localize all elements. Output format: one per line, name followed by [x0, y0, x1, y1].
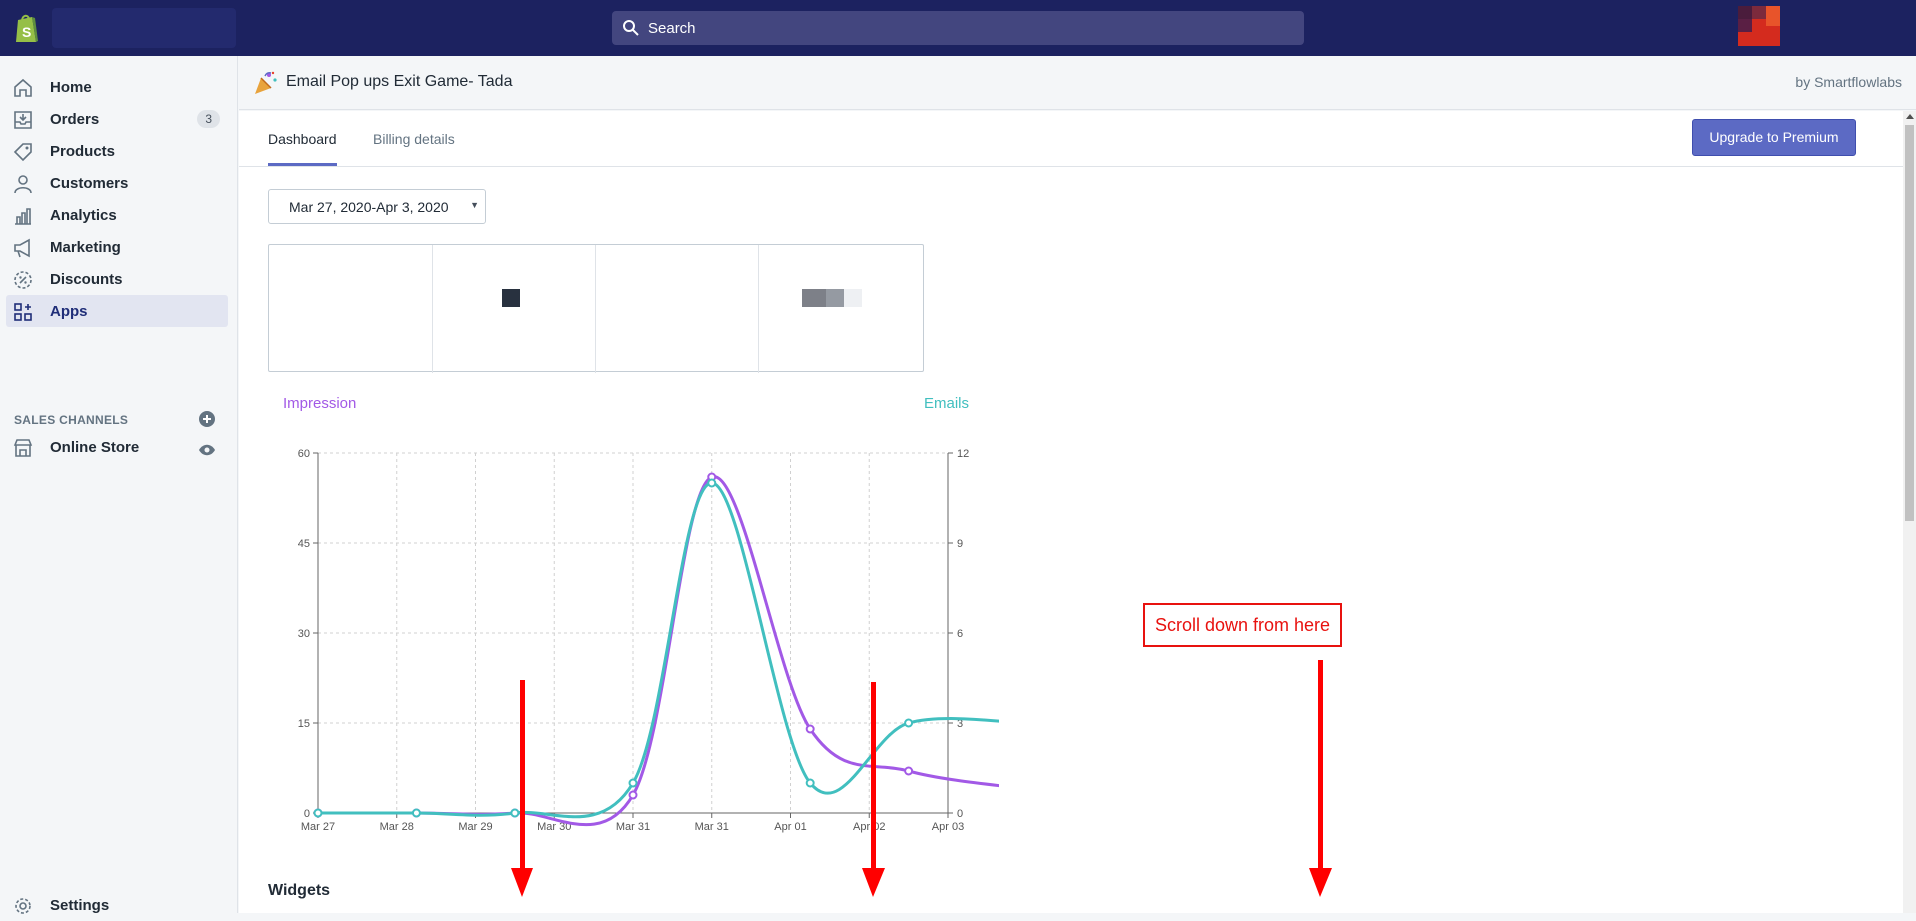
red-arrow: [1309, 660, 1332, 897]
annotation-arrows: [511, 660, 1332, 897]
red-arrow: [862, 682, 885, 897]
red-arrow: [511, 680, 533, 897]
